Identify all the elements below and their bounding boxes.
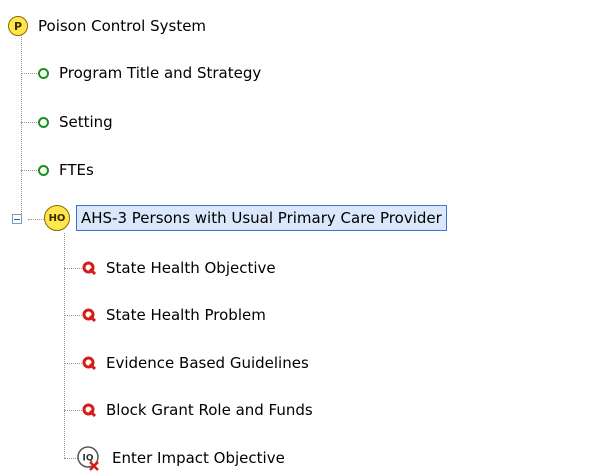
tree-node-label: State Health Problem [106,306,266,324]
green-status-icon [38,164,49,176]
tree-node-label: State Health Objective [106,259,276,277]
tree-node-label: Poison Control System [38,17,207,35]
tree-node-block-grant[interactable]: Block Grant Role and Funds [82,398,317,422]
tree-node-label: Setting [59,113,113,131]
tree-connector [21,33,22,220]
tree-connector [64,363,82,364]
svg-text:IQ: IQ [83,454,94,464]
collapse-toggle[interactable] [12,214,22,224]
tree-node-label: Enter Impact Objective [112,449,285,467]
tree-node-ftes[interactable]: FTEs [38,158,98,182]
tree-node-label-selected: AHS-3 Persons with Usual Primary Care Pr… [76,205,447,231]
tree-connector [64,315,82,316]
tree-connector [64,410,82,411]
health-objective-badge-icon: HO [44,205,70,231]
tree-node-health-objective[interactable]: HO AHS-3 Persons with Usual Primary Care… [44,205,447,231]
tree-node-label: FTEs [59,161,94,179]
tree-node-label: Evidence Based Guidelines [106,354,309,372]
green-status-icon [38,67,49,79]
green-status-icon [38,116,49,128]
red-status-icon [82,261,96,275]
tree-connector [64,268,82,269]
tree-connector [64,233,65,458]
tree-node-impact-objective[interactable]: IQ Enter Impact Objective [76,446,289,471]
red-status-icon [82,403,96,417]
tree-connector [21,170,39,171]
tree-node-evidence-guidelines[interactable]: Evidence Based Guidelines [82,351,313,375]
tree-node-state-health-problem[interactable]: State Health Problem [82,303,270,327]
tree-node-label: Program Title and Strategy [59,64,262,82]
red-status-icon [82,308,96,322]
tree-connector [21,122,39,123]
tree-connector [21,73,39,74]
tree-node-program-title[interactable]: Program Title and Strategy [38,61,265,85]
tree-node-label: Block Grant Role and Funds [106,401,313,419]
impact-objective-icon: IQ [77,446,99,471]
program-badge-icon: P [8,16,28,36]
tree-node-state-health-objective[interactable]: State Health Objective [82,256,280,280]
red-status-icon [82,356,96,370]
tree-node-root[interactable]: P Poison Control System [8,14,210,38]
program-tree: P Poison Control System Program Title an… [0,0,603,476]
tree-node-setting[interactable]: Setting [38,110,117,134]
